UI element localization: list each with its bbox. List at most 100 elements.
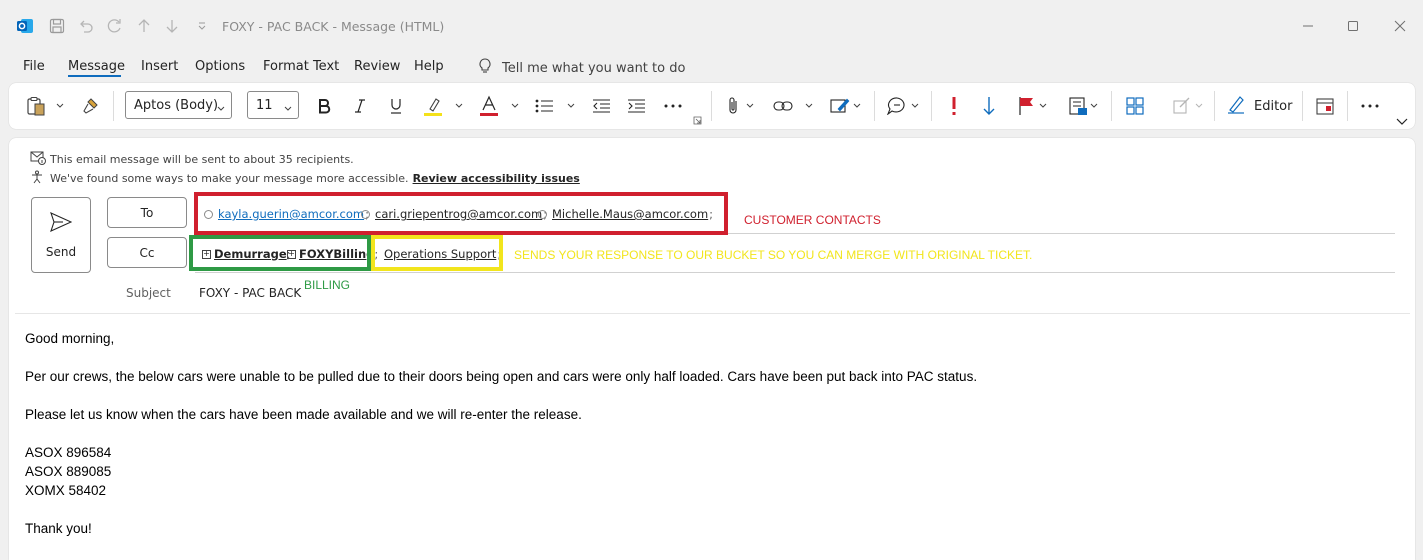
increase-indent-icon[interactable] [625,95,647,117]
menu-options[interactable]: Options [195,59,245,74]
signature-icon[interactable] [829,95,851,117]
menu-insert[interactable]: Insert [141,59,178,74]
high-importance-icon[interactable] [946,95,962,117]
save-icon[interactable] [48,17,66,35]
recipients-info-text: This email message will be sent to about… [50,153,354,166]
car-number[interactable]: XOMX 58402 [25,483,106,498]
ribbon-divider [1302,91,1303,121]
link-dropdown-chevron-icon[interactable] [804,95,814,117]
send-button[interactable]: Send [31,197,91,273]
menu-review[interactable]: Review [354,59,400,74]
sensitivity-dropdown-chevron-icon[interactable] [1089,95,1099,117]
paste-icon[interactable] [25,95,47,117]
low-importance-icon[interactable] [980,95,998,117]
more-formatting-icon[interactable] [662,95,684,117]
accessibility-icon [30,170,46,187]
billing-highlight-box [189,235,371,271]
attach-dropdown-chevron-icon[interactable] [745,95,755,117]
body-paragraph[interactable]: Per our crews, the below cars were unabl… [25,369,977,384]
loop-components-icon[interactable] [1171,95,1193,117]
body-closing[interactable]: Thank you! [25,521,92,536]
tell-me-search[interactable]: Tell me what you want to do [478,58,685,78]
undo-icon[interactable] [77,17,95,35]
sensitivity-icon[interactable] [1067,95,1089,117]
font-name-dropdown[interactable]: Aptos (Body) [125,91,232,119]
down-arrow-icon[interactable] [163,17,181,35]
car-number[interactable]: ASOX 889085 [25,464,111,479]
chevron-down-icon [284,101,292,116]
comment-dropdown-chevron-icon[interactable] [910,95,920,117]
menu-help[interactable]: Help [414,59,444,74]
minimize-icon[interactable] [1298,16,1318,36]
send-icon [50,211,73,235]
menu-file[interactable]: File [23,59,45,74]
flag-dropdown-chevron-icon[interactable] [1038,95,1048,117]
subject-label: Subject [126,286,171,300]
ribbon-divider [1111,91,1112,121]
ribbon-divider [1214,91,1215,121]
more-options-icon[interactable] [1359,95,1381,117]
ribbon-divider [711,91,712,121]
redo-icon[interactable] [106,17,124,35]
chevron-down-icon [217,101,225,116]
envelope-info-icon [30,151,46,168]
ribbon-collapse-chevron-icon[interactable] [1395,111,1409,133]
editor-label: Editor [1254,98,1293,114]
body-paragraph[interactable]: Please let us know when the cars have be… [25,407,582,422]
schedule-icon[interactable] [1314,95,1336,117]
font-name-value: Aptos (Body) [134,97,219,113]
italic-icon[interactable] [350,95,370,117]
recipients-info-bar: This email message will be sent to about… [30,151,354,168]
accessibility-info-bar: We've found some ways to make your messa… [30,170,580,187]
ribbon: Aptos (Body) 11 Editor [9,83,1415,129]
dialog-launcher-icon[interactable] [692,109,702,131]
bullets-icon[interactable] [533,95,555,117]
loop-dropdown-chevron-icon[interactable] [1194,95,1204,117]
highlight-dropdown-chevron-icon[interactable] [454,95,464,117]
menu-bar: File Message Insert Options Format Text … [0,54,1423,80]
customer-contacts-annotation: CUSTOMER CONTACTS [744,213,881,227]
attach-file-icon[interactable] [723,95,743,117]
cc-button[interactable]: Cc [107,237,187,268]
up-arrow-icon[interactable] [135,17,153,35]
bold-icon[interactable] [314,95,334,117]
underline-icon[interactable] [386,95,406,117]
body-greeting[interactable]: Good morning, [25,331,114,346]
menu-format-text[interactable]: Format Text [263,59,339,74]
billing-annotation: BILLING [304,278,351,292]
bullets-dropdown-chevron-icon[interactable] [566,95,576,117]
link-icon[interactable] [772,95,794,117]
paste-dropdown-chevron-icon[interactable] [55,95,65,117]
subject-input[interactable]: FOXY - PAC BACK [199,286,301,300]
send-label: Send [45,244,77,259]
editor-button[interactable]: Editor [1226,95,1306,117]
customize-toolbar-icon[interactable] [193,17,211,35]
apps-grid-icon[interactable] [1124,95,1146,117]
outlook-logo-icon [16,17,34,35]
cc-field-underline [195,272,1395,273]
font-color-dropdown-chevron-icon[interactable] [510,95,520,117]
title-bar: FOXY - PAC BACK - Message (HTML) [0,0,1423,54]
lightbulb-icon [478,58,492,78]
to-button[interactable]: To [107,197,187,228]
ribbon-divider [113,91,114,121]
operations-support-highlight-box [371,235,503,271]
header-body-divider [15,313,1410,314]
editor-pen-icon [1226,94,1246,118]
menu-message[interactable]: Message [68,59,125,74]
decrease-indent-icon[interactable] [590,95,612,117]
signature-dropdown-chevron-icon[interactable] [852,95,862,117]
ribbon-divider [931,91,932,121]
flag-icon[interactable] [1016,95,1036,117]
review-accessibility-link[interactable]: Review accessibility issues [413,172,580,185]
format-painter-icon[interactable] [81,95,101,117]
comment-icon[interactable] [886,95,908,117]
font-color-icon[interactable] [477,95,501,117]
maximize-icon[interactable] [1343,16,1363,36]
font-size-dropdown[interactable]: 11 [247,91,299,119]
bucket-annotation: SENDS YOUR RESPONSE TO OUR BUCKET SO YOU… [514,248,1033,262]
close-icon[interactable] [1390,16,1410,36]
customer-contacts-highlight-box [194,192,728,235]
car-number[interactable]: ASOX 896584 [25,445,111,460]
highlight-icon[interactable] [421,95,445,117]
